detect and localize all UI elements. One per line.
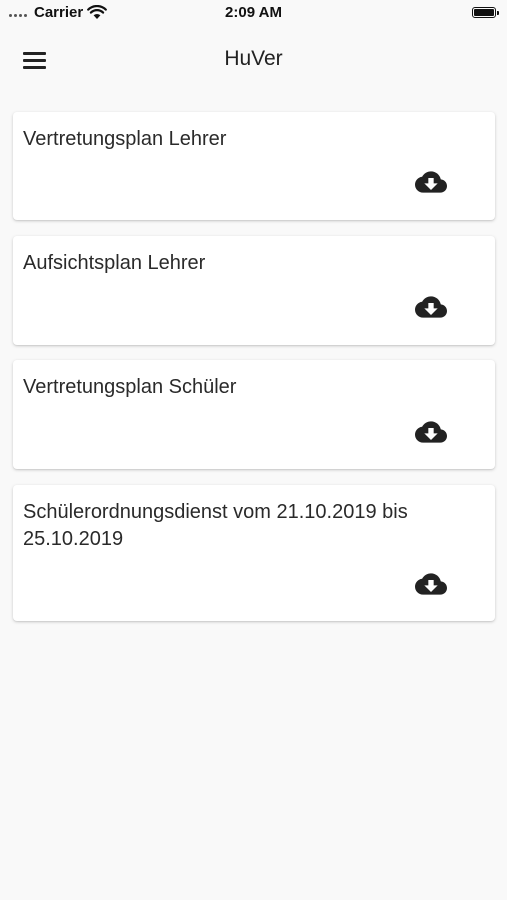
cloud-download-icon[interactable] <box>415 416 447 448</box>
document-card-vertretungsplan-schueler[interactable]: Vertretungsplan Schüler <box>13 360 495 469</box>
cloud-download-icon[interactable] <box>415 568 447 600</box>
cloud-download-icon[interactable] <box>415 291 447 323</box>
battery-icon <box>472 7 499 18</box>
document-title: Vertretungsplan Schüler <box>23 376 237 398</box>
cloud-download-icon[interactable] <box>415 166 447 198</box>
app-title: HuVer <box>224 47 283 70</box>
document-title: Vertretungsplan Lehrer <box>23 128 227 150</box>
document-title: Aufsichtsplan Lehrer <box>23 252 206 274</box>
document-card-schuelerordnungsdienst[interactable]: Schülerordnungsdienst vom 21.10.2019 bis… <box>13 485 495 621</box>
document-card-vertretungsplan-lehrer[interactable]: Vertretungsplan Lehrer <box>13 112 495 220</box>
document-title: Schülerordnungsdienst vom 21.10.2019 bis… <box>23 501 408 550</box>
status-bar: Carrier 2:09 AM <box>0 0 507 26</box>
document-card-aufsichtsplan-lehrer[interactable]: Aufsichtsplan Lehrer <box>13 236 495 345</box>
app-bar: HuVer <box>0 30 507 90</box>
status-time: 2:09 AM <box>225 4 282 21</box>
